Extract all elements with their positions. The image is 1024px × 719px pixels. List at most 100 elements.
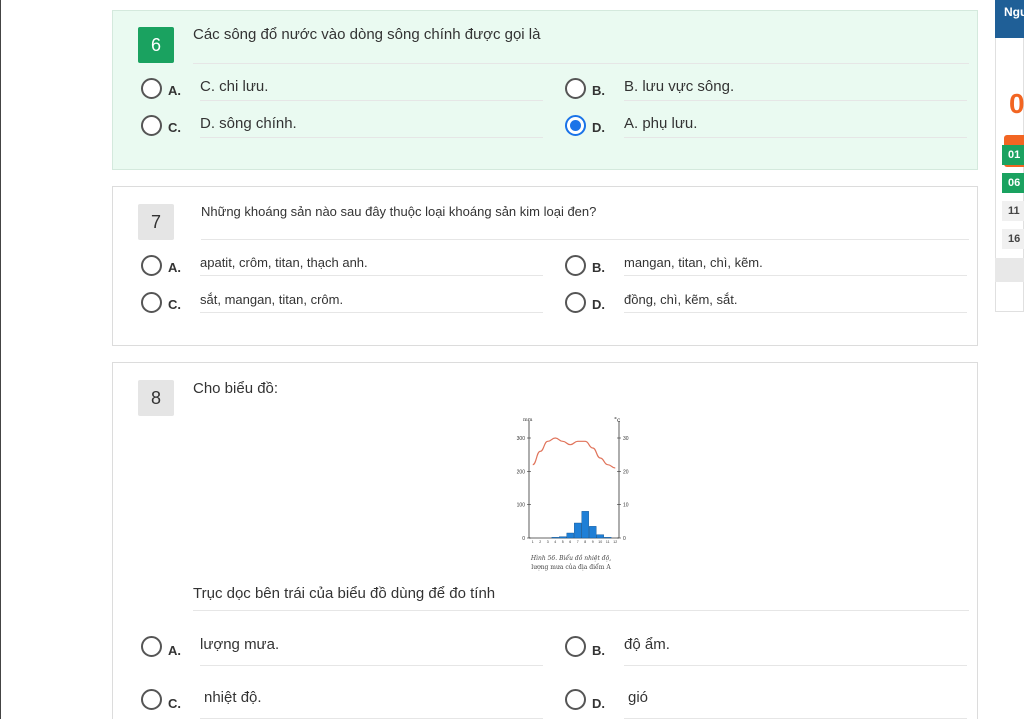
question-text: Các sông đổ nước vào dòng sông chính đượ… [193,26,969,64]
right-tick-label: 30 [623,436,629,442]
option-d[interactable]: D. A. phụ lưu. [565,115,967,138]
option-text[interactable]: lượng mưa. [200,636,543,666]
radio-button-selected[interactable] [565,115,586,136]
question-link-11[interactable]: 11 [1002,201,1024,221]
figure-caption-line1: Hình 56. Biểu đồ nhiệt độ, [530,554,611,562]
option-letter: D. [592,297,605,312]
question-card-7: 7 Những khoáng sản nào sau đây thuộc loạ… [112,186,978,346]
figure-caption-line2: lượng mưa của địa điểm A [531,564,611,571]
question-text: Cho biểu đồ: [193,380,279,397]
question-link-16[interactable]: 16 [1002,229,1024,249]
option-text[interactable]: B. lưu vực sông. [624,78,967,101]
radio-button[interactable] [565,292,586,313]
option-letter: A. [168,260,181,275]
option-letter: D. [592,120,605,135]
radio-button[interactable] [141,689,162,710]
option-text[interactable]: độ ẩm. [624,636,967,666]
rainfall-bar [604,537,612,539]
question-number: 6 [138,27,174,63]
month-tick-label: 7 [577,540,579,544]
climate-chart-figure: mm °c 300 200 100 0 30 20 10 0 1 2 3 4 5 6 7 8 9 10 11 12 H… [511,413,631,578]
question-sidebar: Ngu 0 01 06 11 16 [995,0,1024,719]
left-tick-label: 0 [522,536,525,542]
option-text[interactable]: đồng, chì, kẽm, sắt. [624,292,967,313]
option-b[interactable]: B. độ ẩm. [565,636,967,666]
month-tick-label: 2 [539,540,541,544]
question-link-01[interactable]: 01 [1002,145,1024,165]
question-number: 7 [138,204,174,240]
option-text[interactable]: apatit, crôm, titan, thạch anh. [200,255,543,276]
radio-button[interactable] [141,636,162,657]
option-text[interactable]: gió [624,689,967,719]
option-letter: C. [168,120,181,135]
option-letter: B. [592,260,605,275]
radio-button[interactable] [141,115,162,136]
option-text[interactable]: mangan, titan, chì, kẽm. [624,255,967,276]
answered-counter: 0 [1009,88,1024,119]
option-letter: D. [592,696,605,711]
rainfall-bar [559,536,567,539]
option-text[interactable]: A. phụ lưu. [624,115,967,138]
radio-button[interactable] [565,78,586,99]
rainfall-bar [589,526,597,539]
sidebar-scroll-bar[interactable] [995,258,1024,282]
radio-button[interactable] [141,255,162,276]
question-card-8: 8 Cho biểu đồ: mm °c 300 200 100 0 30 20 10 0 1 2… [112,362,978,719]
right-tick-label: 0 [623,536,626,542]
rainfall-bar [566,532,574,539]
option-c[interactable]: C. nhiệt độ. [141,689,543,719]
option-d[interactable]: D. đồng, chì, kẽm, sắt. [565,292,967,313]
question-number: 8 [138,380,174,416]
question-card-6: 6 Các sông đổ nước vào dòng sông chính đ… [112,10,978,170]
page-left-border [0,0,1,719]
climate-chart: mm °c 300200100030201001 2 3 4 5 6 7 8 9 10 11 12 H… [517,417,629,571]
option-a[interactable]: A. lượng mưa. [141,636,543,666]
option-c[interactable]: C. D. sông chính. [141,115,543,138]
month-tick-label: 1 [532,540,534,544]
sidebar-header: Ngu [995,0,1024,38]
option-letter: A. [168,643,181,658]
rainfall-bar [581,511,589,539]
left-tick-label: 300 [517,436,526,442]
left-tick-label: 200 [517,469,526,475]
option-letter: B. [592,643,605,658]
option-text[interactable]: D. sông chính. [200,115,543,138]
left-unit-label: mm [523,417,533,423]
option-letter: B. [592,83,605,98]
month-tick-label: 6 [569,540,571,544]
question-text: Những khoáng sản nào sau đây thuộc loại … [201,204,969,240]
option-a[interactable]: A. C. chi lưu. [141,78,543,101]
rainfall-bar [574,522,582,539]
question-subtext: Trục dọc bên trái của biểu đồ dùng để đo… [193,585,969,611]
option-letter: C. [168,696,181,711]
option-a[interactable]: A. apatit, crôm, titan, thạch anh. [141,255,543,276]
month-tick-label: 9 [592,540,594,544]
radio-button[interactable] [565,636,586,657]
rainfall-bar [596,534,604,539]
question-link-06[interactable]: 06 [1002,173,1024,193]
temperature-line [532,437,616,469]
radio-button[interactable] [141,78,162,99]
month-tick-label: 3 [547,540,549,544]
month-tick-label: 5 [562,540,564,544]
left-tick-label: 100 [517,503,526,509]
right-tick-label: 20 [623,469,629,475]
month-tick-label: 8 [584,540,586,544]
option-b[interactable]: B. B. lưu vực sông. [565,78,967,101]
rainfall-bar [551,537,559,539]
month-tick-label: 10 [598,540,602,544]
radio-button[interactable] [565,255,586,276]
right-tick-label: 10 [623,503,629,509]
radio-button[interactable] [565,689,586,710]
option-d[interactable]: D. gió [565,689,967,719]
month-tick-label: 4 [554,540,556,544]
option-b[interactable]: B. mangan, titan, chì, kẽm. [565,255,967,276]
month-tick-label: 12 [613,540,617,544]
option-text[interactable]: C. chi lưu. [200,78,543,101]
right-unit-label: °c [614,417,621,424]
radio-button[interactable] [141,292,162,313]
option-letter: A. [168,83,181,98]
option-c[interactable]: C. sắt, mangan, titan, crôm. [141,292,543,313]
option-text[interactable]: nhiệt độ. [200,689,543,719]
option-text[interactable]: sắt, mangan, titan, crôm. [200,292,543,313]
